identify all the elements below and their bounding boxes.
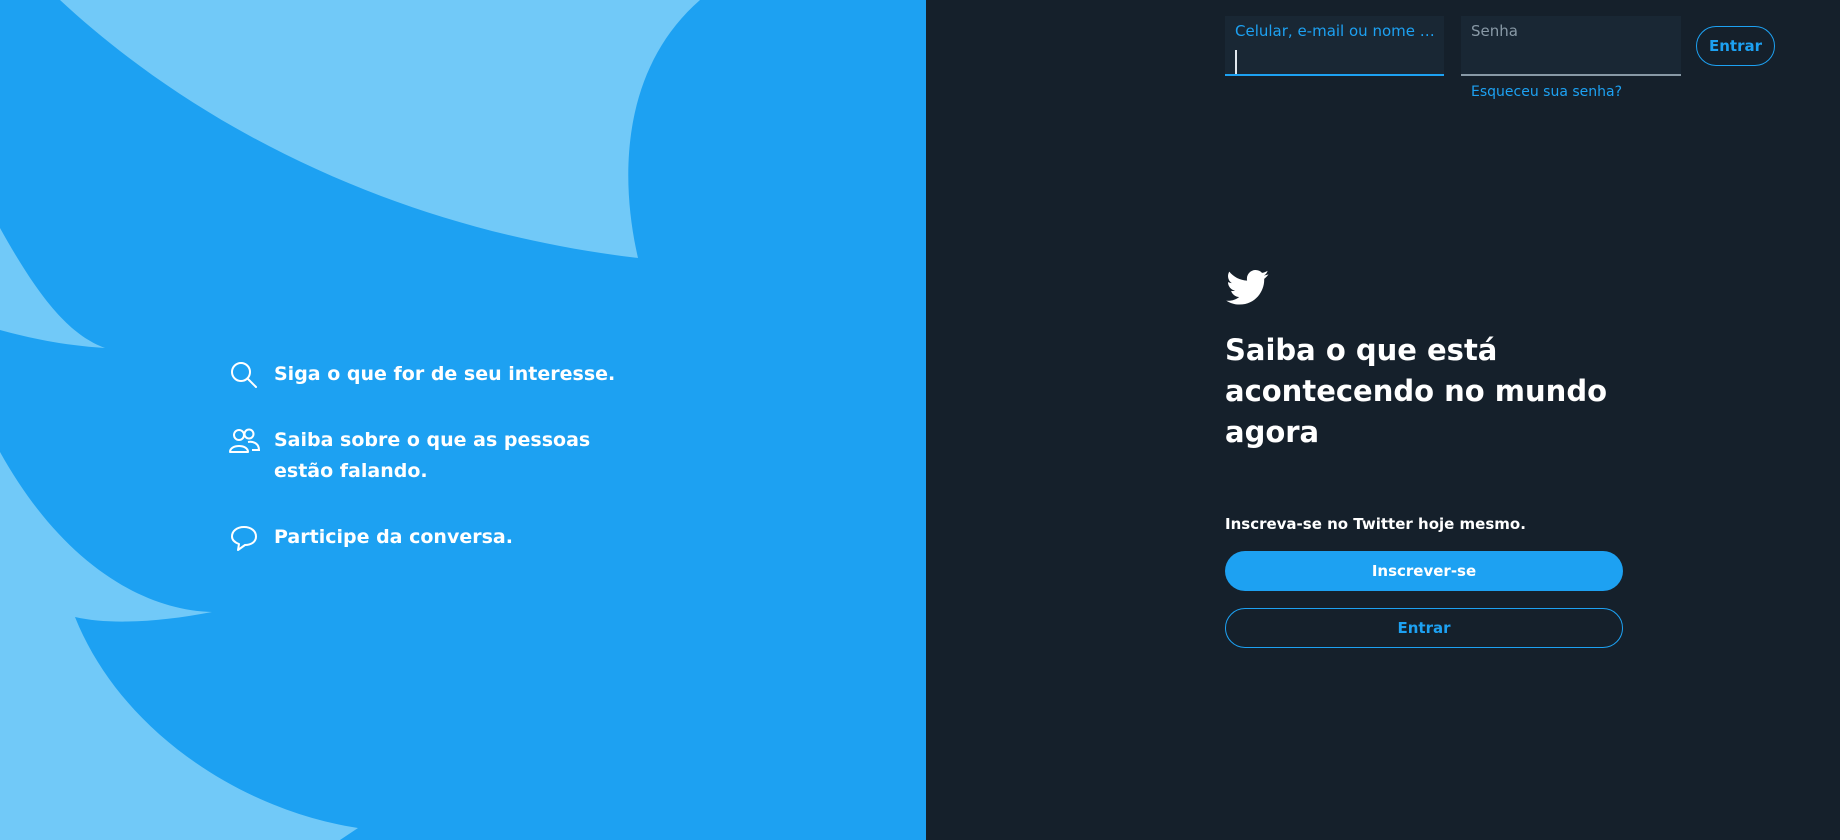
username-input[interactable] [1225,42,1444,72]
text-caret [1235,50,1237,74]
feature-text: Participe da conversa. [274,526,513,548]
twitter-bird-icon [1226,270,1269,305]
join-text: Inscreva-se no Twitter hoje mesmo. [1225,515,1526,533]
password-label: Senha [1471,22,1518,40]
username-field[interactable]: Celular, e-mail ou nome d... [1225,16,1444,76]
feature-list: Siga o que for de seu interesse. Saiba s… [228,360,648,589]
header-login-button[interactable]: Entrar [1696,26,1775,66]
password-field[interactable]: Senha [1461,16,1681,76]
login-button[interactable]: Entrar [1225,608,1623,648]
feature-item-follow: Siga o que for de seu interesse. [228,360,648,390]
feature-text: Siga o que for de seu interesse. [274,363,616,385]
people-icon [228,426,260,456]
forgot-password-link[interactable]: Esqueceu sua senha? [1471,84,1622,100]
signup-button[interactable]: Inscrever-se [1225,551,1623,591]
feature-text: Saiba sobre o que as pessoas estão falan… [274,429,591,482]
chat-bubble-icon [228,523,260,553]
feature-item-conversation: Participe da conversa. [228,523,648,553]
feature-item-people: Saiba sobre o que as pessoas estão falan… [228,426,648,487]
password-input[interactable] [1461,42,1681,72]
auth-panel: Celular, e-mail ou nome d... Senha Esque… [926,0,1840,840]
headline: Saiba o que está acontecendo no mundo ag… [1225,333,1607,449]
hero-panel: Siga o que for de seu interesse. Saiba s… [0,0,926,840]
search-icon [228,360,260,390]
username-label: Celular, e-mail ou nome d... [1235,22,1435,40]
